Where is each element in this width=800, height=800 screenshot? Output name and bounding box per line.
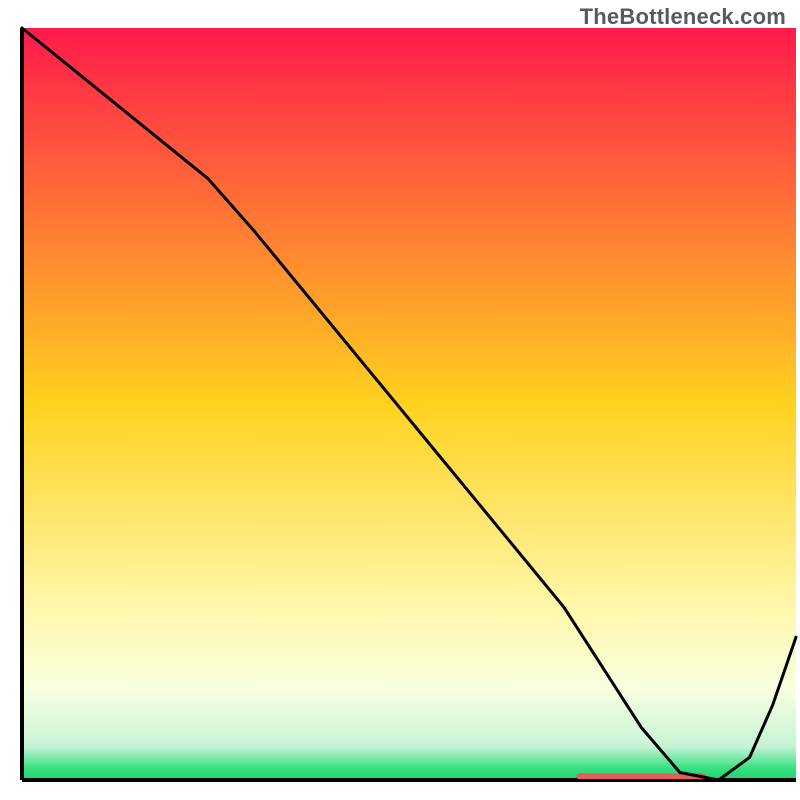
chart-svg: [0, 0, 800, 800]
plot-background: [22, 28, 796, 780]
chart-container: TheBottleneck.com: [0, 0, 800, 800]
